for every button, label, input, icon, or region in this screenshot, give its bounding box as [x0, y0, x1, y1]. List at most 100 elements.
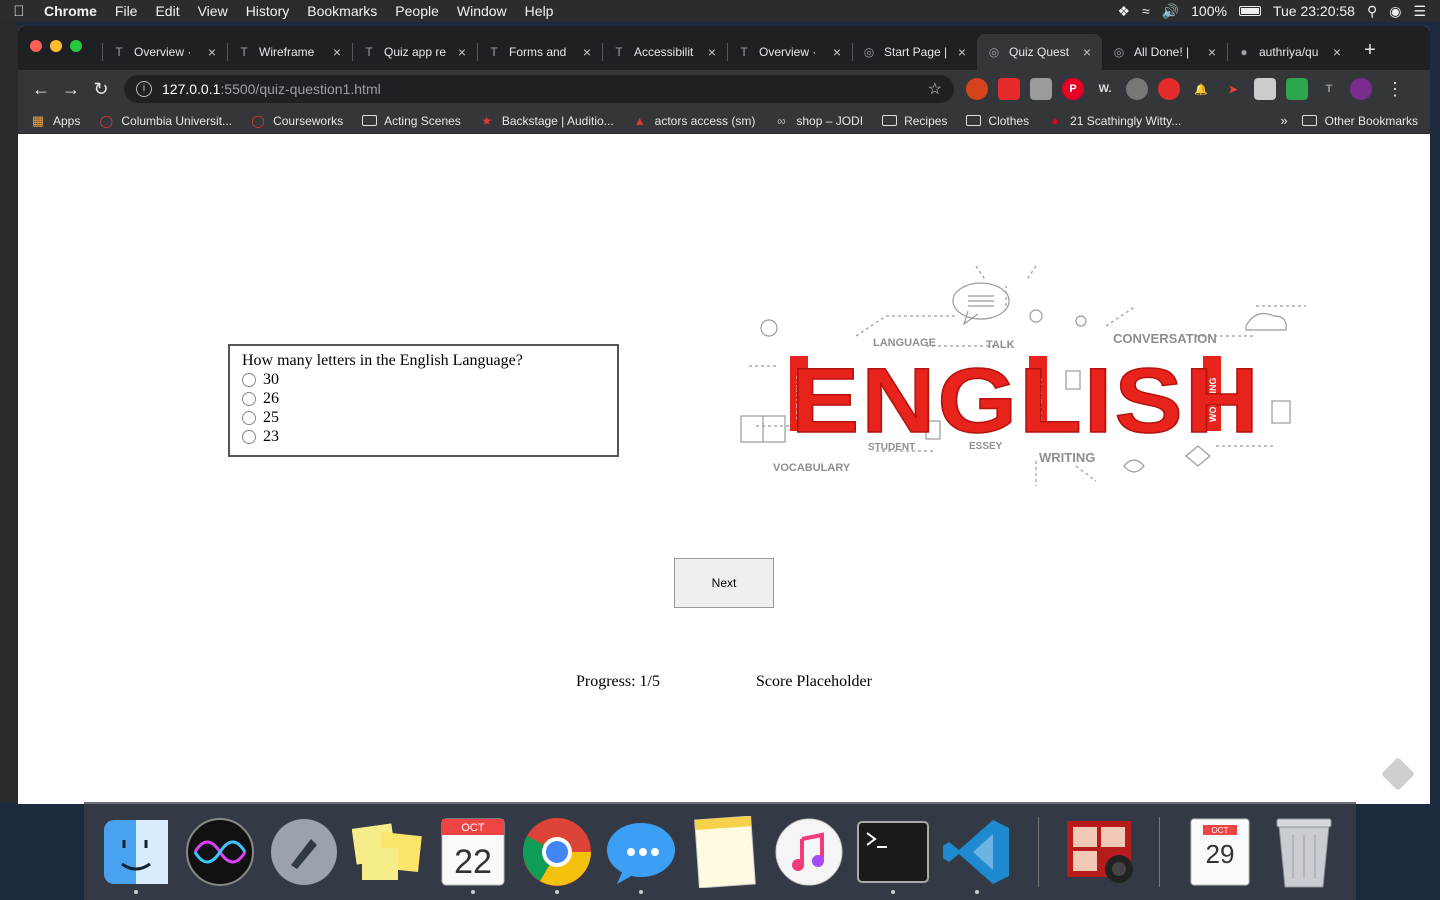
battery-percent[interactable]: 100% [1191, 3, 1227, 19]
bookmark-6[interactable]: ▲ actors access (sm) [632, 114, 756, 128]
menu-window[interactable]: Window [448, 3, 516, 19]
live-server-icon[interactable] [1381, 757, 1415, 791]
tab-1[interactable]: T Overview · × [102, 34, 227, 70]
notes-app[interactable] [683, 809, 767, 894]
tab-close-icon[interactable]: × [1330, 44, 1344, 60]
menu-history[interactable]: History [237, 3, 299, 19]
bookmark-4[interactable]: Acting Scenes [361, 114, 461, 128]
bookmark-10[interactable]: ● 21 Scathingly Witty... [1047, 114, 1181, 128]
site-info-icon[interactable]: i [136, 81, 152, 97]
tab-close-icon[interactable]: × [830, 44, 844, 60]
menu-edit[interactable]: Edit [146, 3, 188, 19]
tab-7[interactable]: ◎ Start Page | × [852, 34, 977, 70]
tab-10[interactable]: ● authriya/qu × [1227, 34, 1352, 70]
address-bar[interactable]: i 127.0.0.1:5500/quiz-question1.html ☆ [124, 75, 954, 103]
volume-icon[interactable]: 🔊 [1162, 3, 1179, 20]
tab-close-icon[interactable]: × [455, 44, 469, 60]
extension-9-icon[interactable]: ➤ [1222, 78, 1244, 100]
answer-option[interactable]: 30 [242, 370, 605, 389]
photo-booth-app[interactable] [1057, 809, 1141, 894]
extension-3-icon[interactable] [1030, 78, 1052, 100]
tab-close-icon[interactable]: × [1080, 44, 1094, 60]
bookmark-1[interactable]: ▦ Apps [30, 113, 81, 128]
chrome-menu-icon[interactable]: ⋮ [1386, 79, 1404, 100]
extension-11-icon[interactable] [1286, 78, 1308, 100]
other-bookmarks[interactable]: Other Bookmarks [1302, 114, 1418, 128]
radio-button[interactable] [242, 429, 256, 444]
menu-bookmarks[interactable]: Bookmarks [298, 3, 386, 19]
profile-avatar[interactable] [1350, 78, 1372, 100]
trash-app[interactable] [1262, 809, 1346, 894]
apple-menu-icon[interactable]:  [0, 3, 38, 20]
wifi-icon[interactable]: ≈ [1142, 3, 1150, 19]
bookmark-2[interactable]: ◯ Columbia Universit... [98, 114, 232, 128]
answer-option[interactable]: 26 [242, 389, 605, 408]
menu-app-chrome[interactable]: Chrome [38, 3, 106, 19]
forward-arrow-icon[interactable]: → [56, 79, 86, 100]
reload-icon[interactable]: ↻ [86, 79, 116, 100]
stickies-app[interactable] [346, 809, 430, 894]
menu-people[interactable]: People [386, 3, 448, 19]
calendar-app[interactable]: OCT 22 [431, 809, 515, 894]
minimize-window-button[interactable] [50, 40, 62, 52]
battery-icon[interactable] [1238, 6, 1261, 16]
itunes-app[interactable] [767, 809, 851, 894]
tab-8[interactable]: ◎ Quiz Quest × [977, 34, 1102, 70]
new-tab-button[interactable]: + [1352, 39, 1388, 62]
zoom-window-button[interactable] [70, 40, 82, 52]
siri-app[interactable] [178, 809, 262, 894]
pinterest-extension-icon[interactable]: P [1062, 78, 1084, 100]
vscode-app[interactable] [935, 809, 1019, 894]
tab-3[interactable]: T Quiz app re × [352, 34, 477, 70]
bookmark-8[interactable]: Recipes [881, 114, 947, 128]
radio-button[interactable] [242, 391, 256, 406]
back-arrow-icon[interactable]: ← [26, 79, 56, 100]
finder-app[interactable] [94, 809, 178, 894]
menu-view[interactable]: View [189, 3, 237, 19]
tab-close-icon[interactable]: × [955, 44, 969, 60]
tab-close-icon[interactable]: × [205, 44, 219, 60]
menu-file[interactable]: File [106, 3, 147, 19]
extension-w-icon[interactable]: W. [1094, 78, 1116, 100]
bookmark-9[interactable]: Clothes [965, 114, 1029, 128]
tab-2[interactable]: T Wireframe × [227, 34, 352, 70]
close-window-button[interactable] [30, 40, 42, 52]
tab-close-icon[interactable]: × [705, 44, 719, 60]
messages-app[interactable] [599, 809, 683, 894]
launchpad-app[interactable] [262, 809, 346, 894]
chrome-app[interactable] [515, 809, 599, 894]
siri-icon[interactable]: ◉ [1389, 3, 1401, 20]
extension-6-icon[interactable] [1126, 78, 1148, 100]
notification-center-icon[interactable]: ☰ [1413, 3, 1426, 20]
clock[interactable]: Tue 23:20:58 [1273, 3, 1355, 19]
bell-icon[interactable]: 🔔 [1190, 78, 1212, 100]
calendar-document[interactable]: OCT 29 [1178, 809, 1262, 894]
tab-close-icon[interactable]: × [1205, 44, 1219, 60]
tab-close-icon[interactable]: × [580, 44, 594, 60]
tab-5[interactable]: T Accessibilit × [602, 34, 727, 70]
extension-1-icon[interactable] [966, 78, 988, 100]
tab-close-icon[interactable]: × [330, 44, 344, 60]
extension-2-icon[interactable] [998, 78, 1020, 100]
bookmarks-overflow-button[interactable]: » [1280, 113, 1287, 128]
terminal-app[interactable] [851, 809, 935, 894]
answer-option[interactable]: 25 [242, 408, 605, 427]
extension-12-icon[interactable]: T [1318, 78, 1340, 100]
bookmark-star-icon[interactable]: ☆ [928, 79, 942, 99]
extension-7-icon[interactable] [1158, 78, 1180, 100]
tab-4[interactable]: T Forms and × [477, 34, 602, 70]
document-extension-icon[interactable] [1254, 78, 1276, 100]
menu-help[interactable]: Help [516, 3, 563, 19]
spotlight-icon[interactable]: ⚲ [1367, 3, 1377, 20]
bookmark-5[interactable]: ★ Backstage | Auditio... [479, 114, 613, 128]
bookmark-3[interactable]: ◯ Courseworks [250, 114, 343, 128]
tab-icon: T [490, 45, 498, 59]
tab-6[interactable]: T Overview · × [727, 34, 852, 70]
next-button[interactable]: Next [674, 558, 774, 608]
radio-button[interactable] [242, 372, 256, 387]
answer-option[interactable]: 23 [242, 427, 605, 446]
bookmark-7[interactable]: ∞ shop – JODI [773, 114, 863, 128]
tab-9[interactable]: ◎ All Done! | × [1102, 34, 1227, 70]
dropbox-icon[interactable]: ❖ [1117, 3, 1130, 20]
radio-button[interactable] [242, 410, 256, 425]
